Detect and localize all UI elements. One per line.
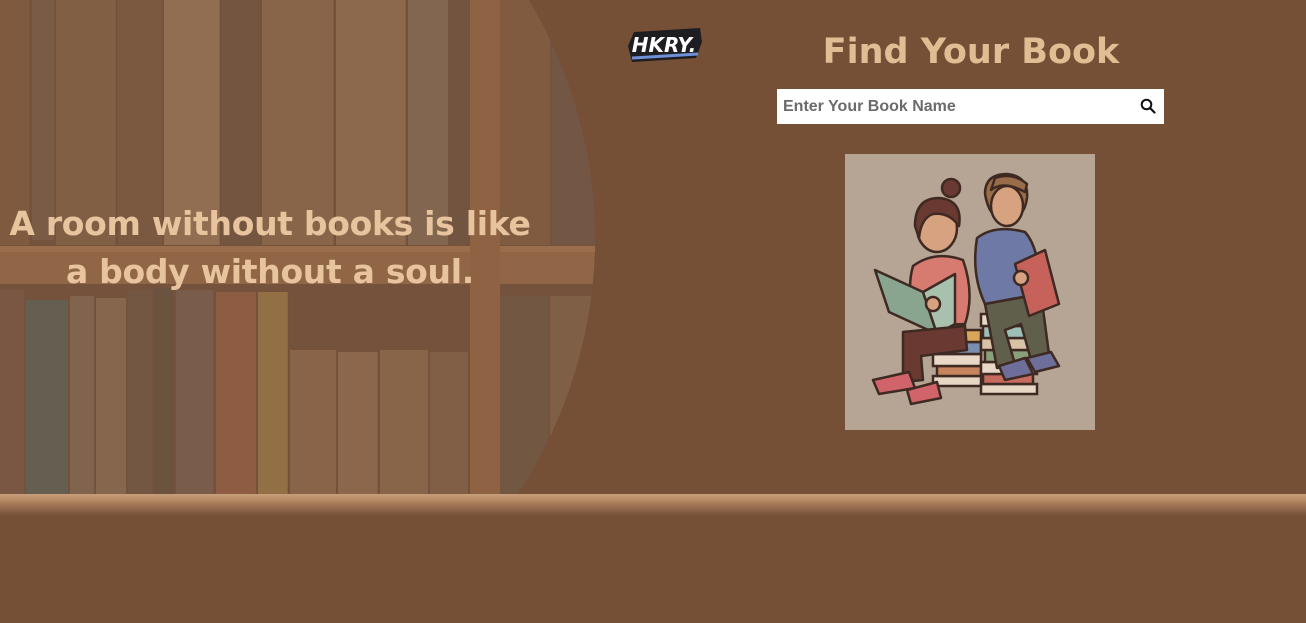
- quote-line-2: a body without a soul.: [66, 252, 474, 291]
- search-button[interactable]: [1140, 98, 1158, 116]
- search-icon: [1140, 98, 1156, 114]
- kids-reading-illustration: [845, 154, 1095, 430]
- logo-text: HKRY.: [632, 33, 697, 57]
- search-bar: [777, 89, 1164, 124]
- quote-line-1: A room without books is like: [9, 204, 531, 243]
- page-title: Find Your Book: [822, 32, 1120, 72]
- book-search-input[interactable]: [777, 89, 1132, 124]
- shelf-divider: [0, 494, 1306, 516]
- hero-quote: A room without books is like a body with…: [0, 200, 540, 296]
- hero-banner: A room without books is like a body with…: [0, 0, 595, 496]
- site-logo[interactable]: HKRY.: [624, 24, 706, 66]
